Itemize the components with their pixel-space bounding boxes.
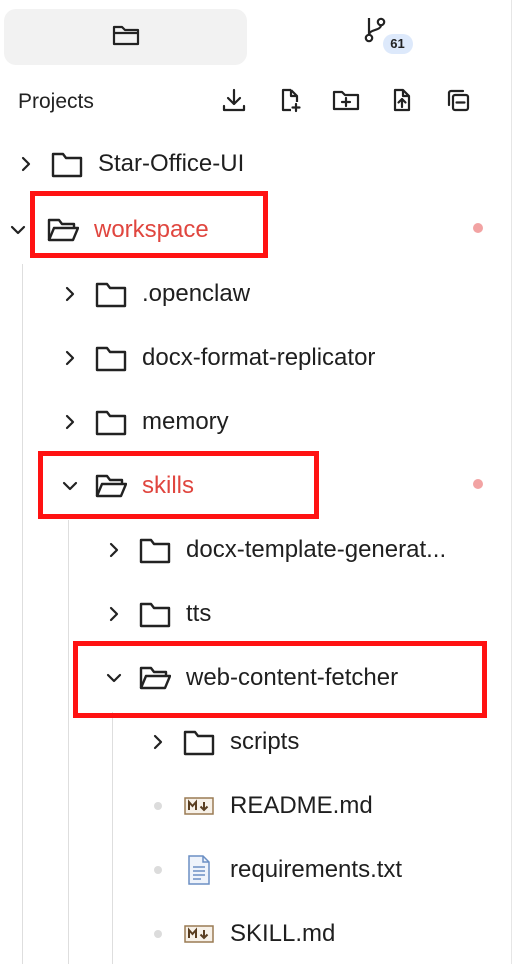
- tree-item-label: docx-template-generat...: [186, 536, 447, 563]
- folder-icon: [138, 599, 172, 629]
- tree-item-readme-md[interactable]: README.md: [0, 774, 511, 838]
- new-folder-button[interactable]: [330, 86, 362, 118]
- projects-toolbar: Projects: [0, 84, 511, 124]
- tree-item-label: skills: [142, 472, 194, 499]
- chevron-right-icon[interactable]: [104, 540, 124, 560]
- tree-item-memory[interactable]: memory: [0, 390, 511, 454]
- folder-icon: [94, 279, 128, 309]
- folder-icon: [112, 23, 140, 52]
- tree-item-label: SKILL.md: [230, 920, 336, 947]
- chevron-right-icon[interactable]: [60, 348, 80, 368]
- tree-item-docx-format-replicator[interactable]: docx-format-replicator: [0, 326, 511, 390]
- tree-item-label: README.md: [230, 792, 373, 819]
- new-file-icon: [277, 87, 303, 118]
- folder-icon: [94, 407, 128, 437]
- tree-item-openclaw[interactable]: .openclaw: [0, 262, 511, 326]
- folder-open-icon: [94, 471, 128, 501]
- tree-item-star-office-ui[interactable]: Star-Office-UI: [0, 132, 511, 196]
- chevron-right-icon[interactable]: [60, 412, 80, 432]
- folder-icon: [94, 343, 128, 373]
- markdown-icon: [182, 919, 216, 949]
- new-folder-icon: [332, 87, 360, 118]
- tree-item-workspace[interactable]: workspace: [0, 198, 511, 262]
- file-bullet: [148, 796, 168, 816]
- folder-icon: [182, 727, 216, 757]
- chevron-right-icon[interactable]: [60, 284, 80, 304]
- new-file-button[interactable]: [274, 86, 306, 118]
- download-icon: [221, 87, 247, 118]
- tab-files[interactable]: [4, 9, 247, 65]
- modified-indicator: [473, 223, 483, 233]
- tree-item-label: web-content-fetcher: [186, 664, 399, 691]
- panel-border: [511, 0, 512, 964]
- chevron-down-icon[interactable]: [60, 476, 80, 496]
- markdown-icon: [182, 791, 216, 821]
- tree-item-skill-md[interactable]: SKILL.md: [0, 902, 511, 966]
- panel-tabs: 61: [0, 0, 511, 70]
- tree-item-web-content-fetcher[interactable]: web-content-fetcher: [0, 646, 511, 710]
- chevron-down-icon[interactable]: [104, 668, 124, 688]
- file-tree: Star-Office-UI workspace .openclaw docx-…: [0, 132, 511, 964]
- changes-count-badge: 61: [382, 34, 413, 54]
- tree-item-requirements-txt[interactable]: requirements.txt: [0, 838, 511, 902]
- download-button[interactable]: [218, 86, 250, 118]
- projects-title: Projects: [18, 90, 94, 113]
- chevron-down-icon[interactable]: [8, 220, 28, 240]
- folder-icon: [50, 149, 84, 179]
- tree-item-tts[interactable]: tts: [0, 582, 511, 646]
- tree-item-label: Star-Office-UI: [98, 150, 245, 177]
- folder-icon: [138, 535, 172, 565]
- chevron-right-icon[interactable]: [16, 154, 36, 174]
- tree-item-label: workspace: [94, 216, 209, 243]
- file-bullet: [148, 860, 168, 880]
- tree-item-label: requirements.txt: [230, 856, 403, 883]
- upload-icon: [389, 87, 415, 118]
- folder-open-icon: [138, 663, 172, 693]
- tree-item-label: memory: [142, 408, 229, 435]
- file-bullet: [148, 924, 168, 944]
- tree-item-skills[interactable]: skills: [0, 454, 511, 518]
- upload-button[interactable]: [386, 86, 418, 118]
- tree-item-label: scripts: [230, 728, 300, 755]
- chevron-right-icon[interactable]: [104, 604, 124, 624]
- collapse-all-button[interactable]: [442, 86, 474, 118]
- tree-item-label: .openclaw: [142, 280, 251, 307]
- tree-item-label: docx-format-replicator: [142, 344, 376, 371]
- collapse-all-icon: [445, 87, 471, 118]
- tab-source-control[interactable]: 61: [262, 9, 505, 65]
- tree-item-label: tts: [186, 600, 212, 627]
- tree-item-scripts[interactable]: scripts: [0, 710, 511, 774]
- modified-indicator: [473, 479, 483, 489]
- folder-open-icon: [46, 215, 80, 245]
- chevron-right-icon[interactable]: [148, 732, 168, 752]
- tree-item-docx-template-generator[interactable]: docx-template-generat...: [0, 518, 511, 582]
- text-file-icon: [182, 855, 216, 885]
